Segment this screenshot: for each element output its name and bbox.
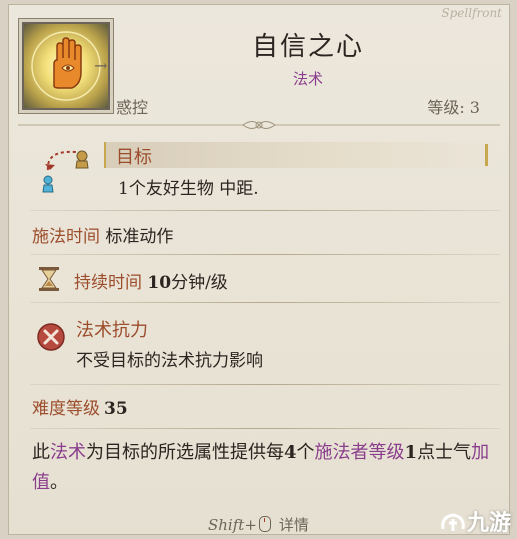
spell-school: 惑控 xyxy=(116,98,149,117)
hourglass-icon xyxy=(39,267,59,291)
casting-time-value: 标准动作 xyxy=(105,227,174,247)
watermark-logo-icon xyxy=(441,513,465,531)
desc-number: 4 xyxy=(284,442,297,463)
tooltip-footer: Shift+ 详情 xyxy=(8,512,510,535)
signature-watermark: Spellfront xyxy=(441,6,502,20)
duration-number: 10 xyxy=(147,273,172,293)
target-header-accent xyxy=(485,144,488,166)
dc-value: 35 xyxy=(104,399,128,419)
divider xyxy=(30,302,500,303)
target-section: 目标 1个友好生物 中距. xyxy=(8,132,510,206)
divider xyxy=(30,210,500,211)
desc-text: 为目标的所选属性提供每 xyxy=(86,442,284,463)
divider xyxy=(30,254,500,255)
desc-text: 。 xyxy=(50,472,68,493)
duration-label: 持续时间 xyxy=(74,273,142,293)
target-ally-icon xyxy=(42,150,89,193)
target-description: 1个友好生物 中距. xyxy=(118,179,259,199)
desc-text: 此 xyxy=(32,442,50,463)
casting-time-row: 施法时间 标准动作 xyxy=(32,222,173,247)
dc-label: 难度等级 xyxy=(32,399,100,419)
desc-number: 1 xyxy=(404,442,418,463)
spell-resistance-row: 法术抗力 不受目标的法术抗力影响 xyxy=(32,310,492,376)
details-label: 详情 xyxy=(278,516,309,534)
spell-resistance-label: 法术抗力 xyxy=(76,320,148,341)
spell-resistance-value: 不受目标的法术抗力影响 xyxy=(76,351,263,371)
desc-text: 点士气 xyxy=(417,442,472,463)
shift-label: Shift+ xyxy=(208,516,257,534)
divider xyxy=(30,384,500,385)
tooltip-header: → Spellfront 自信之心 法术 惑控 等级: 3 xyxy=(8,4,510,119)
mouse-click-icon xyxy=(258,516,271,532)
spell-title: 自信之心 xyxy=(251,32,364,62)
duration-text: 持续时间 10分钟/级 xyxy=(74,268,228,293)
keyword-caster-level[interactable]: 施法者等级 xyxy=(315,442,405,463)
duration-unit: 分钟/级 xyxy=(171,273,228,293)
target-header-bar: 目标 xyxy=(104,142,498,168)
spell-tooltip-panel: → Spellfront 自信之心 法术 惑控 等级: 3 目标 1个友好生物 … xyxy=(8,4,510,535)
target-label: 目标 xyxy=(116,147,152,168)
spell-level: 等级: 3 xyxy=(427,98,480,117)
no-resistance-icon xyxy=(37,323,65,351)
watermark-text: 九游 xyxy=(466,511,511,536)
arrow-right-icon: → xyxy=(94,56,108,75)
spell-type: 法术 xyxy=(292,70,323,88)
duration-row: 持续时间 10分钟/级 xyxy=(32,262,492,296)
details-hint[interactable]: Shift+ 详情 xyxy=(208,514,309,535)
divider xyxy=(30,428,500,429)
casting-time-label: 施法时间 xyxy=(32,227,100,247)
dc-row: 难度等级 35 xyxy=(32,394,128,419)
keyword-spell[interactable]: 法术 xyxy=(50,442,86,463)
spell-description: 此法术为目标的所选属性提供每4个施法者等级1点士气加值。 xyxy=(32,438,502,498)
desc-text: 个 xyxy=(296,442,315,463)
site-watermark: 九游 xyxy=(439,505,511,537)
